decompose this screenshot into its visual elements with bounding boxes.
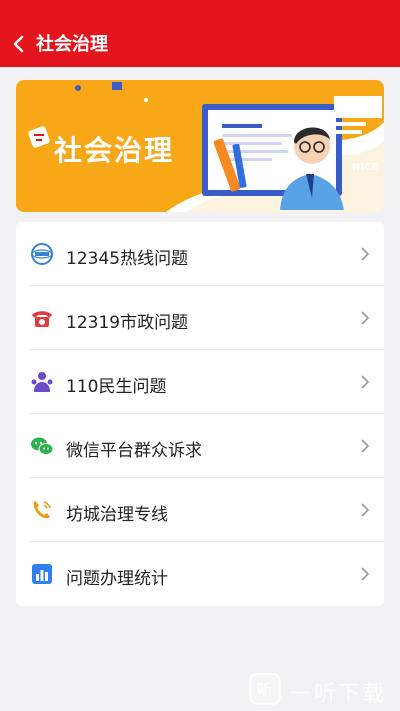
list-item-statistics[interactable]: 问题办理统计	[16, 542, 384, 606]
red-phone-icon	[32, 311, 52, 327]
list-item-12319-municipal[interactable]: 12319市政问题	[16, 286, 384, 350]
list-item-fangcheng-hotline[interactable]: 坊城治理专线	[16, 478, 384, 542]
watermark-logo-icon: 听	[249, 673, 281, 705]
svg-text:听: 听	[257, 680, 273, 699]
chevron-right-icon	[361, 247, 370, 261]
phone-call-icon	[33, 501, 51, 519]
nice-label: NICE	[352, 162, 379, 173]
people-icon	[31, 372, 53, 392]
chevron-right-icon	[361, 311, 370, 325]
list-item-label: 12319市政问题	[66, 313, 189, 333]
chevron-right-icon	[361, 439, 370, 453]
watermark-text: 一听下载	[290, 682, 387, 707]
list-item-wechat-appeal[interactable]: 微信平台群众诉求	[16, 414, 384, 478]
chevron-right-icon	[361, 503, 370, 517]
hotline-12345-icon	[31, 243, 53, 265]
list-item-label: 坊城治理专线	[66, 505, 168, 525]
list-item-label: 110民生问题	[66, 377, 167, 397]
banner: 社会治理 NICE	[16, 80, 384, 212]
page-title: 社会治理	[36, 34, 108, 55]
menu-list: 12345热线问题 12319市政问题 110民生问题 微信平台群众诉求 坊城治…	[16, 222, 384, 606]
list-item-label: 问题办理统计	[66, 569, 168, 589]
list-item-label: 微信平台群众诉求	[66, 441, 202, 461]
chevron-right-icon	[361, 567, 370, 581]
bar-chart-icon	[32, 564, 52, 584]
chevron-right-icon	[361, 375, 370, 389]
chevron-left-icon	[13, 35, 24, 53]
list-item-12345-hotline[interactable]: 12345热线问题	[16, 222, 384, 286]
banner-title: 社会治理	[54, 134, 175, 167]
watermark: 听 一听下载	[246, 672, 396, 708]
wechat-icon	[31, 437, 54, 455]
list-item-110-livelihood[interactable]: 110民生问题	[16, 350, 384, 414]
list-item-label: 12345热线问题	[66, 249, 189, 269]
top-bar: 社会治理	[0, 0, 400, 67]
